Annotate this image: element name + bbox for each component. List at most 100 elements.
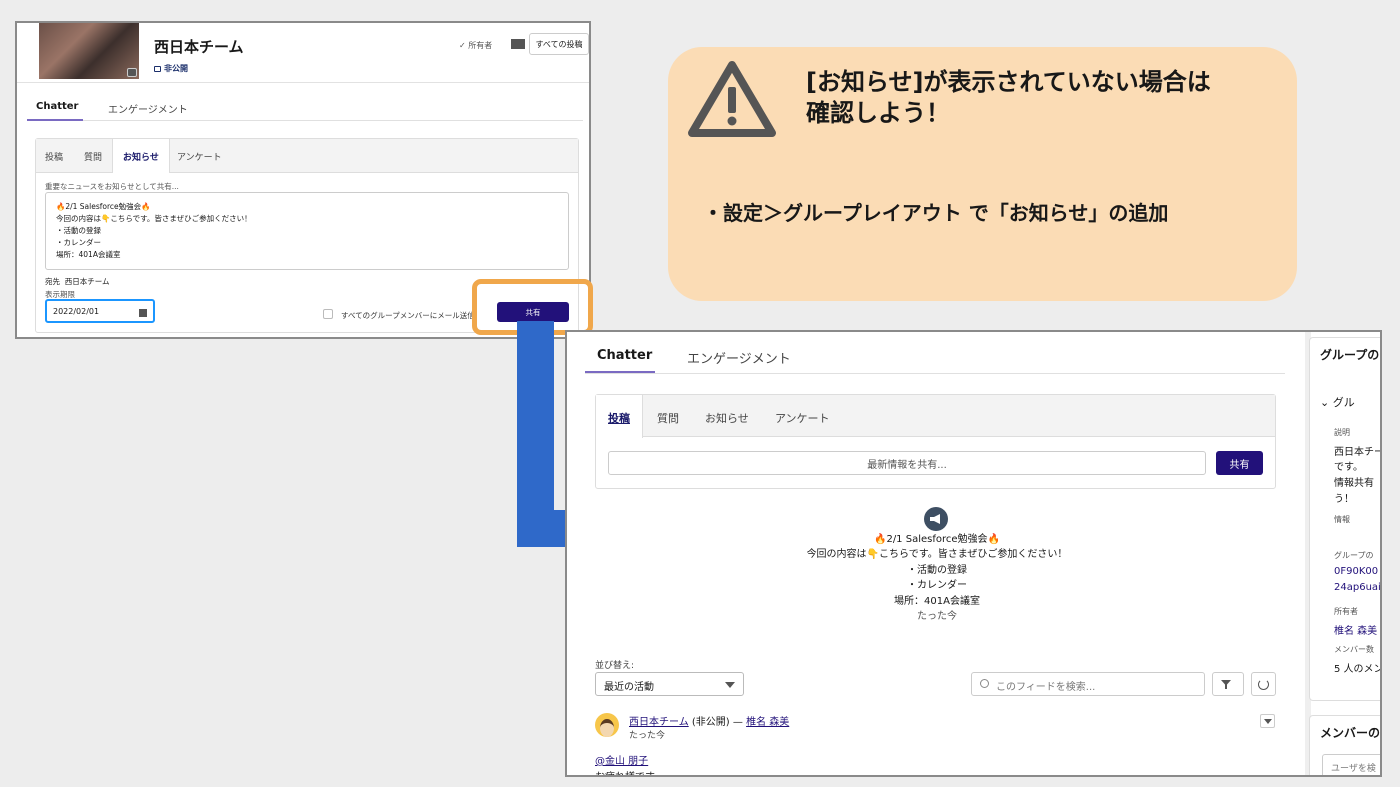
recipient-value: 西日本チーム — [64, 277, 110, 286]
post-privacy: (非公開) — [691, 717, 730, 728]
message-line: ・カレンダー — [56, 238, 101, 247]
publisher-tab-poll[interactable]: アンケート — [775, 410, 830, 426]
message-line: 今回の内容は👇こちらです。皆さまぜひご参加ください！ — [56, 214, 252, 223]
lock-icon — [154, 66, 161, 72]
share-update-input[interactable]: 最新情報を共有... — [608, 451, 1206, 475]
desc-line: う！ — [1334, 494, 1354, 505]
publisher-tab-post[interactable]: 投稿 — [45, 150, 63, 163]
publisher-tab-poll[interactable]: アンケート — [177, 150, 222, 163]
active-tab-indicator — [585, 371, 655, 373]
post-body: お疲れ様です。 — [595, 768, 664, 775]
camera-icon[interactable] — [127, 68, 137, 77]
publisher-tab-announcement[interactable]: お知らせ — [112, 139, 170, 173]
screenshot-group-feed: Chatter エンゲージメント 投稿 質問 お知らせ アンケート 最新情報を共… — [565, 330, 1382, 777]
publisher-tabs: 投稿 質問 お知らせ アンケート — [596, 395, 1275, 438]
owner-label: 所有者 — [468, 41, 493, 50]
main-tabs: Chatter エンゲージメント — [27, 93, 583, 121]
group-id-label: グループの — [1334, 551, 1374, 560]
date-input[interactable]: 2022/02/01 — [45, 299, 155, 323]
publisher-tabs: 投稿 質問 お知らせ アンケート — [36, 139, 578, 173]
email-all-members-checkbox[interactable] — [323, 309, 333, 319]
refresh-icon[interactable] — [1251, 672, 1276, 696]
owner-link[interactable]: 椎名 森美 — [1334, 622, 1377, 637]
share-button[interactable]: 共有 — [1216, 451, 1263, 475]
tab-engagement[interactable]: エンゲージメント — [687, 348, 791, 367]
tab-chatter[interactable]: Chatter — [36, 101, 78, 112]
sort-label: 並び替え: — [595, 661, 635, 671]
desc-label: 説明 — [1334, 428, 1350, 437]
owner-indicator: ✓ 所有者 — [459, 41, 493, 50]
announcement-banner: 🔥2/1 Salesforce勉強会🔥 今回の内容は👇こちらです。皆さまぜひご参… — [737, 532, 1137, 624]
author-link[interactable]: 椎名 森美 — [746, 717, 789, 728]
mention-link[interactable]: @金山 朋子 — [595, 752, 648, 767]
avatar[interactable] — [595, 713, 619, 737]
section-toggle[interactable]: ⌄ グル — [1320, 394, 1355, 410]
privacy-label: 非公開 — [164, 64, 188, 73]
calendar-icon[interactable] — [139, 309, 147, 317]
info-label: 情報 — [1334, 515, 1350, 524]
member-count-label: メンバー数 — [1334, 645, 1374, 654]
announcement-line: ・活動の登録 — [907, 564, 967, 576]
active-tab-indicator — [27, 119, 83, 121]
message-line: 🔥2/1 Salesforce勉強会🔥 — [56, 202, 151, 211]
publisher-tab-announcement[interactable]: お知らせ — [705, 410, 749, 426]
sort-value: 最近の活動 — [604, 682, 654, 693]
members-card: メンバーの ユーザを検 — [1309, 715, 1381, 775]
announcement-line: 今回の内容は👇こちらです。皆さまぜひご参加ください！ — [806, 549, 1068, 561]
card-header: グループの — [1320, 348, 1380, 362]
recipient: 宛先 西日本チーム — [45, 276, 110, 287]
tab-engagement[interactable]: エンゲージメント — [108, 101, 188, 116]
announcement-line: ・カレンダー — [907, 580, 967, 592]
callout-title-line: 確認しよう！ — [806, 99, 950, 127]
warning-icon — [688, 61, 776, 137]
megaphone-icon — [924, 507, 948, 531]
group-header: 西日本チーム 非公開 ✓ 所有者 すべての投稿 — [17, 23, 589, 83]
publisher-tab-post[interactable]: 投稿 — [596, 395, 643, 438]
message-line: 場所：401A会議室 — [56, 250, 121, 259]
group-id-line[interactable]: 0F90K00 — [1334, 566, 1378, 577]
post-separator: — — [732, 717, 743, 728]
recipient-label: 宛先 — [45, 277, 60, 286]
announcement-line: 🔥2/1 Salesforce勉強会🔥 — [874, 534, 1000, 545]
sort-select[interactable]: 最近の活動 — [595, 672, 744, 696]
group-title: 西日本チーム — [154, 38, 244, 56]
filter-icon[interactable] — [1212, 672, 1244, 696]
group-photo[interactable] — [39, 23, 139, 79]
section-label: グル — [1332, 396, 1355, 409]
post-time: たった今 — [629, 731, 666, 741]
tab-chatter[interactable]: Chatter — [597, 348, 652, 363]
announcement-line: 場所：401A会議室 — [894, 595, 980, 607]
callout-note: [お知らせ]が表示されていない場合は 確認しよう！ ・設定＞グループレイアウト … — [668, 47, 1297, 301]
publisher-panel: 投稿 質問 お知らせ アンケート 最新情報を共有... 共有 — [595, 394, 1276, 489]
all-posts-button[interactable]: すべての投稿 — [529, 33, 589, 55]
publisher-tab-question[interactable]: 質問 — [84, 150, 102, 163]
search-placeholder: このフィードを検索... — [996, 682, 1096, 693]
callout-title-line: [お知らせ]が表示されていない場合は — [806, 68, 1211, 96]
desc-line: です。 — [1334, 462, 1363, 473]
chevron-down-icon — [725, 682, 735, 688]
email-all-members-label: すべてのグループメンバーにメール送信 — [341, 311, 475, 320]
card-header: メンバーの — [1320, 726, 1381, 740]
user-search-input[interactable]: ユーザを検 — [1322, 754, 1380, 775]
desc-line: 情報共有 — [1334, 478, 1374, 489]
callout-body: ・設定＞グループレイアウト で「お知らせ」の追加 — [703, 201, 1169, 225]
owner-label: 所有者 — [1334, 607, 1358, 616]
group-id-line[interactable]: 24ap6uai — [1334, 582, 1380, 593]
feed-search-input[interactable]: このフィードを検索... — [971, 672, 1205, 696]
message-line: ・活動の登録 — [56, 226, 101, 235]
group-link[interactable]: 西日本チーム — [629, 717, 689, 728]
post-menu-button[interactable] — [1260, 714, 1275, 728]
date-value: 2022/02/01 — [53, 307, 100, 316]
announcement-hint: 重要なニュースをお知らせとして共有... — [45, 182, 179, 191]
announcement-time: たった今 — [917, 611, 957, 623]
announcement-textarea[interactable]: 🔥2/1 Salesforce勉強会🔥 今回の内容は👇こちらです。皆さまぜひご参… — [45, 192, 569, 270]
privacy-badge: 非公開 — [154, 63, 188, 74]
group-details-card: グループの ⌄ グル 説明 西日本チー です。 情報共有 う！ 情報 グループの… — [1309, 337, 1382, 701]
publisher-tab-question[interactable]: 質問 — [657, 410, 679, 426]
mail-icon[interactable] — [511, 39, 525, 49]
post-header: 西日本チーム (非公開) — 椎名 森美 — [629, 713, 789, 728]
member-count-value: 5 人のメン — [1334, 664, 1382, 675]
desc-line: 西日本チー — [1334, 447, 1382, 458]
main-tabs: Chatter エンゲージメント — [585, 332, 1285, 374]
search-icon — [980, 679, 989, 688]
